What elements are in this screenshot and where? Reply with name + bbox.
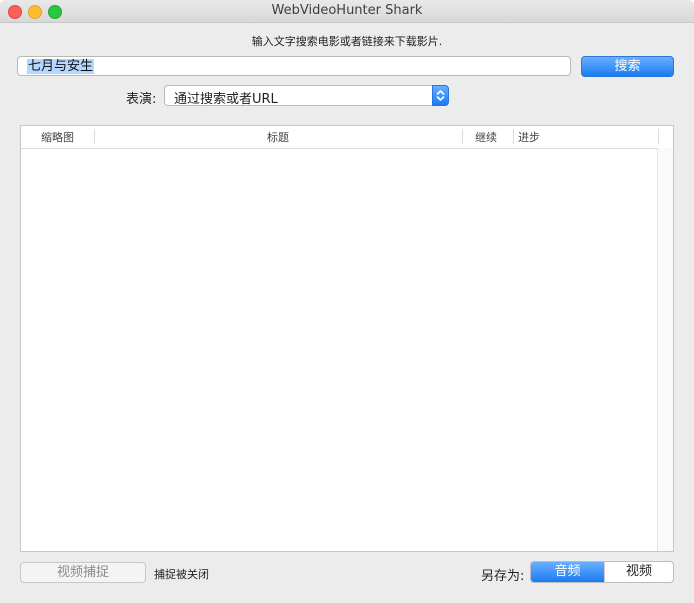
column-divider [658, 129, 659, 144]
column-divider [462, 129, 463, 144]
perform-select[interactable]: 通过搜索或者URL [164, 85, 449, 107]
column-header-thumbnail[interactable]: 缩略图 [41, 129, 74, 145]
search-input-value[interactable]: 七月与安生 [27, 59, 95, 74]
perform-label: 表演: [126, 92, 157, 107]
search-prompt: 输入文字搜索电影或者链接来下载影片. [251, 35, 443, 48]
column-header-title[interactable]: 标题 [267, 129, 289, 145]
capture-status: 捕捉被关闭 [154, 568, 209, 581]
results-table[interactable]: 缩略图 标题 继续 进步 [20, 125, 674, 552]
save-as-segmented-control[interactable]: 音频 视频 [530, 561, 674, 583]
segment-video[interactable]: 视频 [604, 562, 673, 582]
segment-audio[interactable]: 音频 [531, 562, 604, 582]
perform-select-value: 通过搜索或者URL [174, 92, 278, 107]
title-bar[interactable]: WebVideoHunter Shark [0, 0, 694, 23]
table-header: 缩略图 标题 继续 进步 [21, 126, 673, 149]
column-header-resume[interactable]: 继续 [475, 129, 497, 145]
column-divider [94, 129, 95, 144]
up-down-chevron-icon [432, 85, 449, 106]
search-button[interactable]: 搜索 [581, 56, 674, 77]
column-divider [513, 129, 514, 144]
app-window: WebVideoHunter Shark 输入文字搜索电影或者链接来下载影片. … [0, 0, 694, 603]
video-capture-button[interactable]: 视频捕捉 [20, 562, 146, 583]
search-input[interactable]: 七月与安生 [17, 56, 571, 76]
save-as-label: 另存为: [481, 569, 525, 584]
table-scrollbar[interactable] [657, 148, 673, 551]
column-header-progress[interactable]: 进步 [518, 129, 540, 145]
window-title: WebVideoHunter Shark [271, 3, 423, 18]
